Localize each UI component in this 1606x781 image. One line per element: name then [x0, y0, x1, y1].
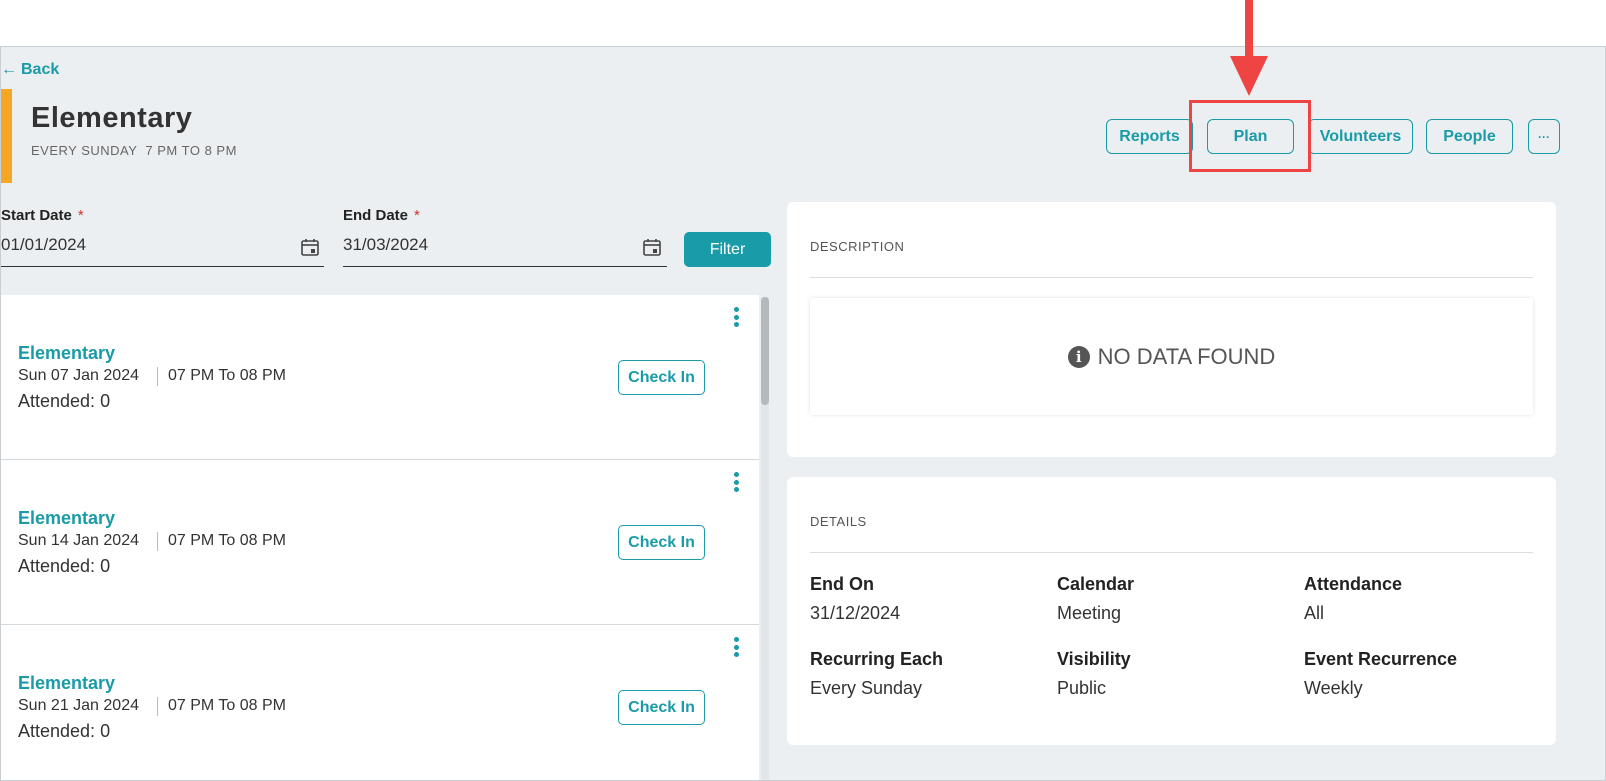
volunteers-button[interactable]: Volunteers [1308, 119, 1413, 154]
event-date: Sun 21 Jan 2024 [18, 697, 139, 714]
detail-label: Recurring Each [810, 649, 944, 669]
calendar-icon[interactable] [300, 237, 320, 257]
detail-label: Event Recurrence [1304, 649, 1458, 669]
end-date-label: End Date * [343, 207, 420, 224]
list-item[interactable]: Elementary Sun 14 Jan 2024 07 PM To 08 P… [1, 460, 759, 625]
divider [810, 277, 1533, 278]
attended-count: Attended: 0 [18, 391, 111, 411]
detail-value: All [1304, 603, 1325, 623]
attended-count: Attended: 0 [18, 721, 111, 741]
divider [810, 552, 1533, 553]
event-name[interactable]: Elementary [18, 343, 115, 364]
detail-end-on: End On 31/12/2024 [810, 574, 900, 624]
detail-value: Every Sunday [810, 678, 923, 698]
detail-value: 31/12/2024 [810, 603, 901, 623]
end-date-value[interactable]: 31/03/2024 [343, 235, 428, 255]
attended-count: Attended: 0 [18, 556, 111, 576]
start-date-field[interactable]: Start Date * 01/01/2024 [1, 207, 324, 267]
empty-state-text: NO DATA FOUND [1097, 343, 1276, 369]
detail-label: Attendance [1304, 574, 1403, 594]
list-scrollbar[interactable] [761, 297, 769, 780]
event-time: 07 PM To 08 PM [168, 532, 286, 549]
kebab-menu-icon[interactable] [728, 305, 744, 329]
back-label: Back [21, 61, 60, 78]
event-name[interactable]: Elementary [18, 673, 115, 694]
details-card: DETAILS End On 31/12/2024 Calendar Meeti… [787, 477, 1556, 745]
end-date-underline [343, 266, 667, 267]
event-date: Sun 07 Jan 2024 [18, 367, 139, 384]
calendar-icon[interactable] [642, 237, 662, 257]
event-time: 07 PM To 08 PM [168, 697, 286, 714]
arrow-left-icon: ← [1, 61, 17, 78]
detail-event-recurrence: Event Recurrence Weekly [1304, 649, 1457, 699]
detail-value: Weekly [1304, 678, 1363, 698]
back-link[interactable]: ← Back [1, 61, 59, 79]
more-options-button[interactable]: ··· [1528, 119, 1560, 154]
divider [157, 532, 158, 551]
list-item[interactable]: Elementary Sun 07 Jan 2024 07 PM To 08 P… [1, 295, 759, 460]
divider [157, 697, 158, 716]
detail-value: Meeting [1057, 603, 1122, 623]
details-title: DETAILS [810, 514, 867, 529]
detail-visibility: Visibility Public [1057, 649, 1131, 699]
start-date-underline [1, 266, 324, 267]
detail-label: End On [810, 574, 874, 594]
event-list: Elementary Sun 07 Jan 2024 07 PM To 08 P… [1, 295, 759, 780]
check-in-button[interactable]: Check In [618, 690, 705, 725]
description-title: DESCRIPTION [810, 239, 905, 254]
people-button[interactable]: People [1426, 119, 1513, 154]
list-item[interactable]: Elementary Sun 21 Jan 2024 07 PM To 08 P… [1, 625, 759, 780]
kebab-menu-icon[interactable] [728, 635, 744, 659]
description-card: DESCRIPTION i NO DATA FOUND [787, 202, 1556, 457]
empty-state: i NO DATA FOUND [810, 298, 1533, 415]
event-name[interactable]: Elementary [18, 508, 115, 529]
detail-attendance: Attendance All [1304, 574, 1402, 624]
event-date: Sun 14 Jan 2024 [18, 532, 139, 549]
plan-highlight-box [1189, 100, 1311, 172]
start-date-label: Start Date * [1, 207, 84, 224]
start-date-value[interactable]: 01/01/2024 [1, 235, 86, 255]
detail-value: Public [1057, 678, 1107, 698]
schedule-subtitle: EVERY SUNDAY 7 PM TO 8 PM [31, 143, 237, 158]
check-in-button[interactable]: Check In [618, 360, 705, 395]
kebab-menu-icon[interactable] [728, 470, 744, 494]
check-in-button[interactable]: Check In [618, 525, 705, 560]
detail-label: Visibility [1057, 649, 1131, 669]
reports-button[interactable]: Reports [1106, 119, 1193, 154]
event-time: 07 PM To 08 PM [168, 367, 286, 384]
info-icon: i [1067, 345, 1090, 368]
arrow-down-icon [1230, 0, 1268, 96]
app-window: ← Back Elementary EVERY SUNDAY 7 PM TO 8… [0, 46, 1606, 781]
divider [157, 367, 158, 386]
group-color-bar [1, 89, 12, 183]
detail-recurring-each: Recurring Each Every Sunday [810, 649, 943, 699]
detail-label: Calendar [1057, 574, 1135, 594]
scrollbar-thumb[interactable] [761, 297, 769, 405]
filter-button[interactable]: Filter [684, 232, 771, 267]
detail-calendar: Calendar Meeting [1057, 574, 1134, 624]
page-title: Elementary [31, 102, 193, 134]
end-date-field[interactable]: End Date * 31/03/2024 [343, 207, 667, 267]
